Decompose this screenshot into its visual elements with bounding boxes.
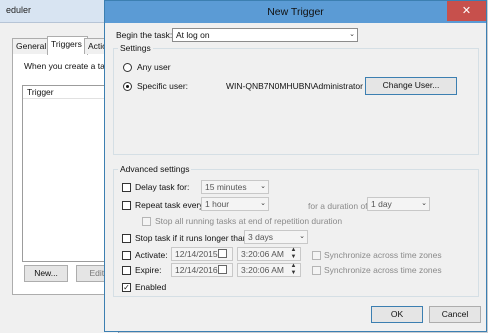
- begin-task-select[interactable]: At log on ⌄: [172, 28, 358, 42]
- spin-down-icon: ▼: [290, 254, 297, 260]
- activate-date-value: 12/14/2015: [175, 249, 218, 259]
- stop-if-label: Stop task if it runs longer than:: [135, 233, 250, 243]
- specific-user-label: Specific user:: [137, 81, 189, 91]
- close-button[interactable]: ✕: [447, 1, 486, 21]
- enabled-label: Enabled: [135, 282, 167, 292]
- calendar-icon[interactable]: [218, 249, 227, 258]
- stop-all-checkbox[interactable]: [142, 217, 151, 226]
- stop-if-value: 3 days: [248, 232, 274, 242]
- sync-expire-label: Synchronize across time zones: [324, 265, 442, 275]
- repeat-task-checkbox[interactable]: [122, 201, 131, 210]
- any-user-label: Any user: [137, 62, 171, 72]
- expire-label: Expire:: [135, 265, 162, 275]
- delay-task-checkbox[interactable]: [122, 183, 131, 192]
- dialog-titlebar: New Trigger ✕: [105, 1, 486, 23]
- chevron-down-icon: ⌄: [349, 31, 355, 38]
- sync-expire-checkbox[interactable]: [312, 266, 321, 275]
- duration-label: for a duration of:: [308, 201, 370, 211]
- spin-down-icon: ▼: [290, 270, 297, 276]
- user-name-value: WIN-QNB7N0MHUBN\Administrator: [226, 81, 363, 91]
- stop-all-label: Stop all running tasks at end of repetit…: [155, 216, 343, 226]
- repeat-task-value: 1 hour: [205, 199, 230, 209]
- expire-date-value: 12/14/2016: [175, 265, 218, 275]
- tab-general[interactable]: General: [12, 38, 50, 54]
- delay-task-select[interactable]: 15 minutes ⌄: [201, 180, 269, 194]
- repeat-task-label: Repeat task every:: [135, 200, 206, 210]
- stop-if-select[interactable]: 3 days ⌄: [244, 230, 308, 244]
- settings-group-label: Settings: [118, 43, 153, 53]
- enabled-checkbox[interactable]: ✓: [122, 283, 131, 292]
- any-user-radio[interactable]: [123, 63, 132, 72]
- spin-up-icon: ▲: [290, 247, 297, 253]
- close-icon: ✕: [461, 5, 472, 17]
- background-window: eduler General Triggers Action When you …: [0, 0, 132, 333]
- delay-task-value: 15 minutes: [205, 182, 247, 192]
- cancel-button[interactable]: Cancel: [429, 306, 481, 323]
- activate-time-spinner[interactable]: ▲ ▼: [289, 247, 298, 261]
- chevron-down-icon: ⌄: [299, 233, 305, 240]
- spin-up-icon: ▲: [290, 263, 297, 269]
- ok-button[interactable]: OK: [371, 306, 423, 323]
- duration-select[interactable]: 1 day ⌄: [367, 197, 430, 211]
- change-user-button[interactable]: Change User...: [365, 77, 457, 95]
- checkmark-icon: ✓: [123, 283, 130, 292]
- chevron-down-icon: ⌄: [421, 200, 427, 207]
- expire-time-spinner[interactable]: ▲ ▼: [289, 263, 298, 277]
- triggers-info-text: When you create a task,: [24, 61, 116, 71]
- advanced-settings-label: Advanced settings: [118, 164, 192, 174]
- delay-task-label: Delay task for:: [135, 182, 190, 192]
- chevron-down-icon: ⌄: [260, 183, 266, 190]
- activate-label: Activate:: [135, 250, 168, 260]
- tab-general-label: General: [16, 41, 47, 51]
- tab-triggers-label: Triggers: [51, 39, 82, 49]
- repeat-task-select[interactable]: 1 hour ⌄: [201, 197, 269, 211]
- stop-if-checkbox[interactable]: [122, 234, 131, 243]
- sync-activate-label: Synchronize across time zones: [324, 250, 442, 260]
- expire-checkbox[interactable]: [122, 266, 131, 275]
- duration-value: 1 day: [371, 199, 392, 209]
- activate-checkbox[interactable]: [122, 251, 131, 260]
- background-titlebar: eduler: [0, 0, 118, 23]
- begin-task-value: At log on: [176, 30, 210, 40]
- calendar-icon[interactable]: [218, 265, 227, 274]
- specific-user-radio[interactable]: [123, 82, 132, 91]
- new-trigger-dialog: New Trigger ✕ Begin the task: At log on …: [104, 0, 487, 332]
- expire-time-value: 3:20:06 AM: [241, 265, 285, 275]
- sync-activate-checkbox[interactable]: [312, 251, 321, 260]
- chevron-down-icon: ⌄: [260, 200, 266, 207]
- background-window-title: eduler: [6, 5, 32, 15]
- begin-task-label: Begin the task:: [116, 30, 173, 40]
- trigger-column-header: Trigger: [27, 87, 54, 97]
- activate-time-value: 3:20:06 AM: [241, 249, 285, 259]
- new-trigger-button[interactable]: New...: [24, 265, 68, 282]
- dialog-title: New Trigger: [267, 6, 324, 18]
- tab-triggers[interactable]: Triggers: [47, 36, 88, 55]
